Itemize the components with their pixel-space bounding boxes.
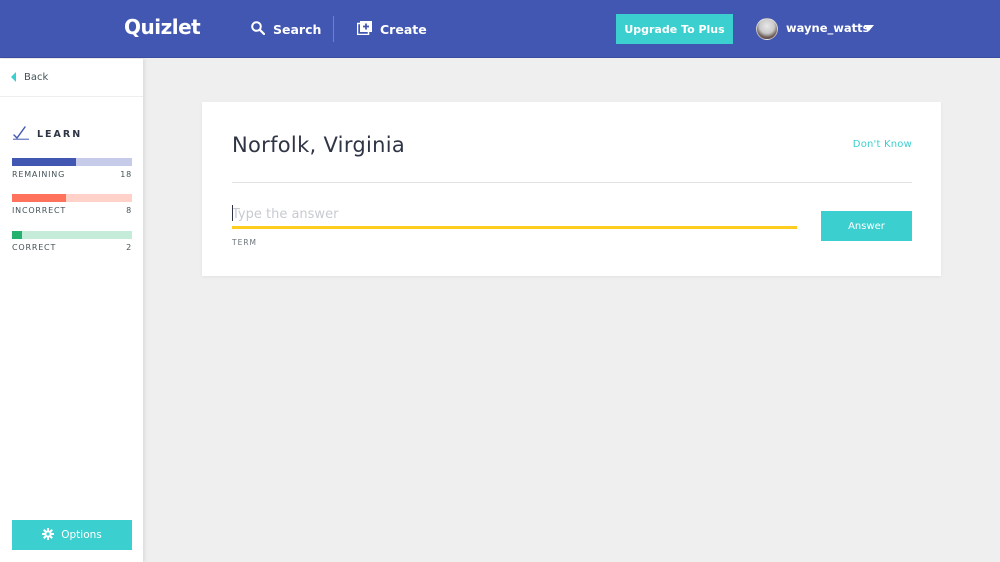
incorrect-count: 8 xyxy=(126,206,132,215)
back-label: Back xyxy=(24,71,49,83)
remaining-progress-fill xyxy=(12,158,76,166)
nav-divider xyxy=(333,16,334,42)
correct-progress-bar xyxy=(12,231,132,239)
incorrect-progress-bar xyxy=(12,194,132,202)
incorrect-stat: INCORRECT 8 xyxy=(12,194,132,215)
back-button[interactable]: Back xyxy=(11,70,48,84)
remaining-label: REMAINING xyxy=(12,170,66,179)
term-label: TERM xyxy=(232,238,258,247)
options-button[interactable]: Options xyxy=(12,520,132,550)
remaining-progress-bar xyxy=(12,158,132,166)
incorrect-label: INCORRECT xyxy=(12,206,67,215)
correct-count: 2 xyxy=(126,243,132,252)
mode-heading: LEARN xyxy=(12,125,82,144)
sidebar-divider xyxy=(0,96,143,97)
learn-icon xyxy=(12,125,30,144)
options-label: Options xyxy=(61,529,102,541)
learn-sidebar: Back LEARN REMAINING 18 INCORRECT 8 CORR… xyxy=(0,59,143,562)
top-nav-bar: Quizlet Search Create Upgrade To Plus wa… xyxy=(0,0,1000,58)
text-cursor xyxy=(232,205,233,221)
remaining-count: 18 xyxy=(120,170,132,179)
incorrect-progress-fill xyxy=(12,194,66,202)
username[interactable]: wayne_watts xyxy=(786,21,870,35)
search-icon xyxy=(251,20,273,38)
dont-know-link[interactable]: Don't Know xyxy=(853,139,912,150)
search-nav-label: Search xyxy=(273,21,322,37)
quizlet-logo[interactable]: Quizlet xyxy=(124,15,201,39)
back-caret-icon xyxy=(11,72,16,82)
chevron-down-icon[interactable] xyxy=(864,25,874,31)
search-nav-button[interactable]: Search xyxy=(251,19,321,39)
answer-input[interactable] xyxy=(232,203,797,229)
create-icon xyxy=(356,20,380,38)
correct-label: CORRECT xyxy=(12,243,57,252)
answer-button[interactable]: Answer xyxy=(821,211,912,241)
upgrade-to-plus-button[interactable]: Upgrade To Plus xyxy=(616,14,733,44)
question-card: Norfolk, Virginia Don't Know TERM Answer xyxy=(202,102,941,276)
remaining-stat: REMAINING 18 xyxy=(12,158,132,179)
correct-stat: CORRECT 2 xyxy=(12,231,132,252)
create-nav-label: Create xyxy=(380,21,427,37)
gear-icon xyxy=(42,527,61,543)
correct-progress-fill xyxy=(12,231,22,239)
avatar[interactable] xyxy=(756,18,778,40)
card-divider xyxy=(232,182,912,183)
create-nav-button[interactable]: Create xyxy=(356,19,427,39)
mode-label: LEARN xyxy=(37,129,83,140)
question-prompt: Norfolk, Virginia xyxy=(232,133,406,157)
